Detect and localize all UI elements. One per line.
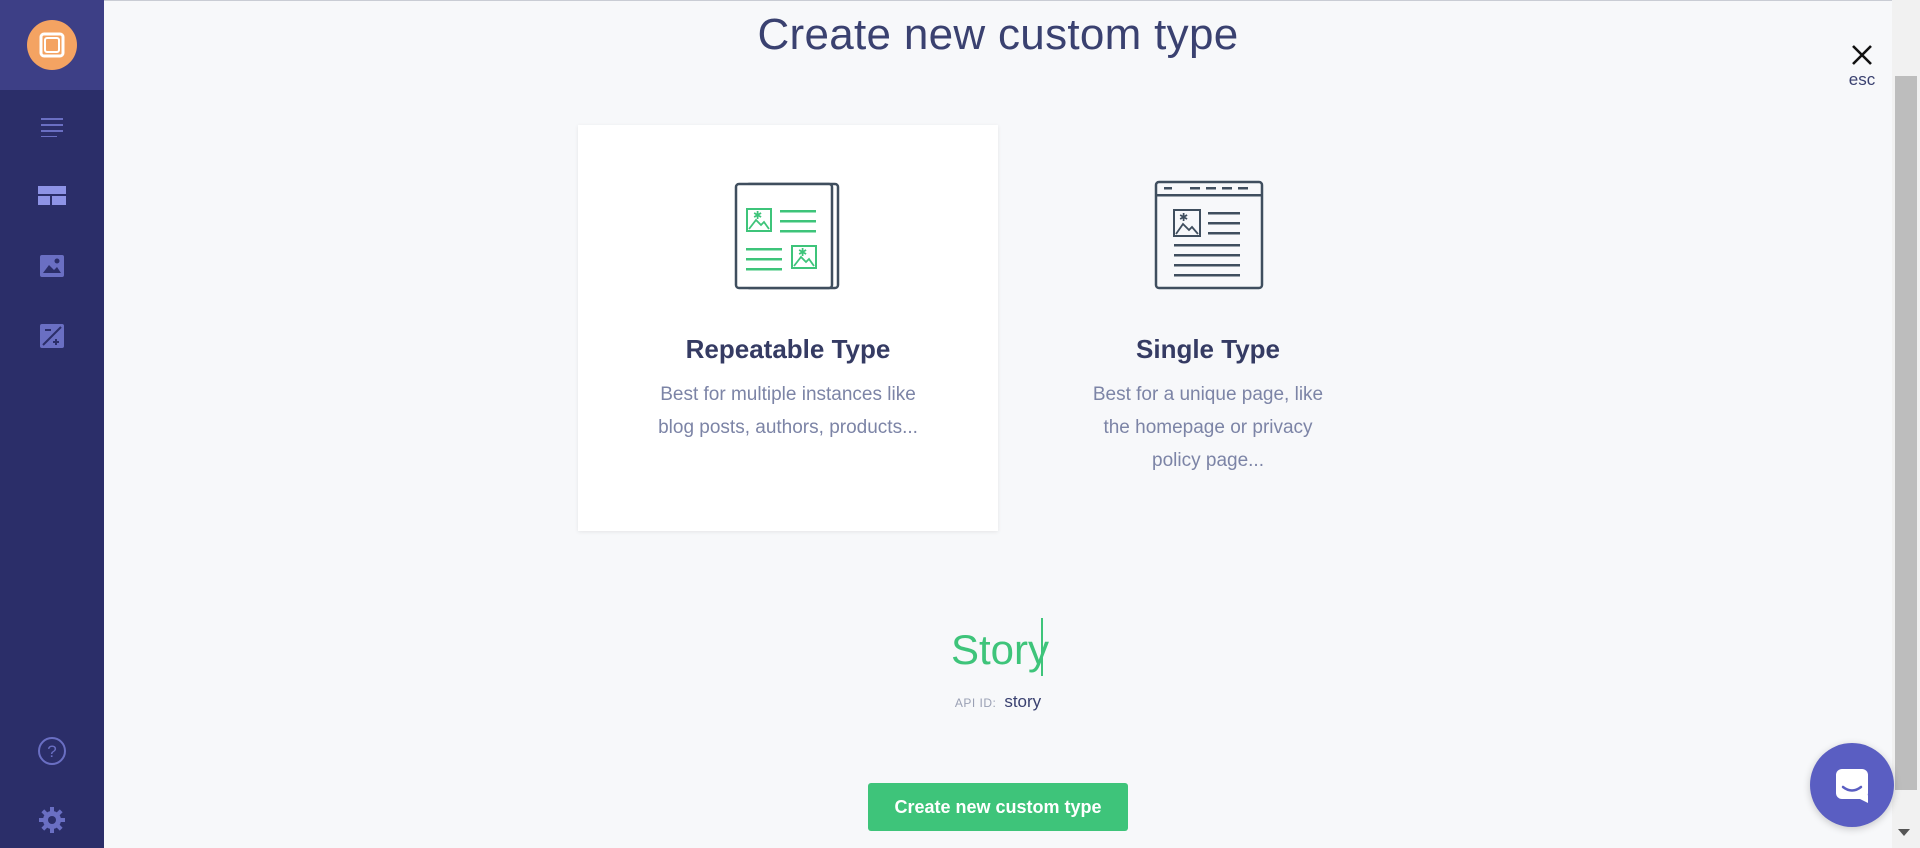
custom-types-icon[interactable] [34, 178, 70, 214]
single-type-icon: ✱ [1154, 180, 1264, 290]
documents-icon[interactable] [34, 108, 70, 144]
help-icon[interactable]: ? [34, 733, 70, 769]
logo-area[interactable] [0, 0, 104, 90]
svg-text:?: ? [47, 742, 56, 761]
svg-text:✱: ✱ [798, 246, 807, 259]
api-id-row: API ID: story [104, 692, 1892, 712]
sidebar: ? [0, 0, 104, 848]
gear-icon[interactable] [34, 802, 70, 838]
chat-icon [1836, 769, 1868, 803]
api-id-label: API ID: [954, 696, 997, 710]
modal: Create new custom type esc ✱ ✱ Repeatabl… [104, 0, 1892, 848]
svg-text:✱: ✱ [753, 209, 762, 222]
single-type-title: Single Type [1136, 334, 1280, 364]
page-title: Create new custom type [757, 10, 1239, 59]
prismic-logo-icon [27, 20, 77, 70]
close-icon [1852, 45, 1872, 65]
media-icon[interactable] [34, 248, 70, 284]
scrollbar-thumb[interactable] [1895, 76, 1917, 790]
repeatable-type-icon: ✱ ✱ [734, 182, 840, 290]
create-custom-type-button[interactable]: Create new custom type [868, 783, 1128, 831]
scroll-down-arrow-icon[interactable] [1898, 829, 1910, 836]
esc-label: esc [1848, 70, 1876, 89]
repeatable-type-description: Best for multiple instances like blog po… [658, 384, 918, 438]
text-caret [1041, 618, 1043, 676]
repeatable-type-title: Repeatable Type [685, 334, 891, 364]
repeatable-type-card[interactable]: ✱ ✱ Repeatable Type Best for multiple in… [578, 125, 998, 531]
settings-edit-icon[interactable] [34, 318, 70, 354]
single-type-description: Best for a unique page, like the homepag… [1092, 384, 1324, 471]
close-button[interactable]: esc [1842, 44, 1882, 104]
chat-launcher-button[interactable] [1810, 743, 1894, 827]
api-id-value: story [1004, 692, 1042, 711]
single-type-card[interactable]: ✱ Single Type Best for a unique page, li… [998, 125, 1418, 531]
svg-text:✱: ✱ [1179, 211, 1188, 224]
custom-type-name-input[interactable] [898, 619, 1102, 681]
